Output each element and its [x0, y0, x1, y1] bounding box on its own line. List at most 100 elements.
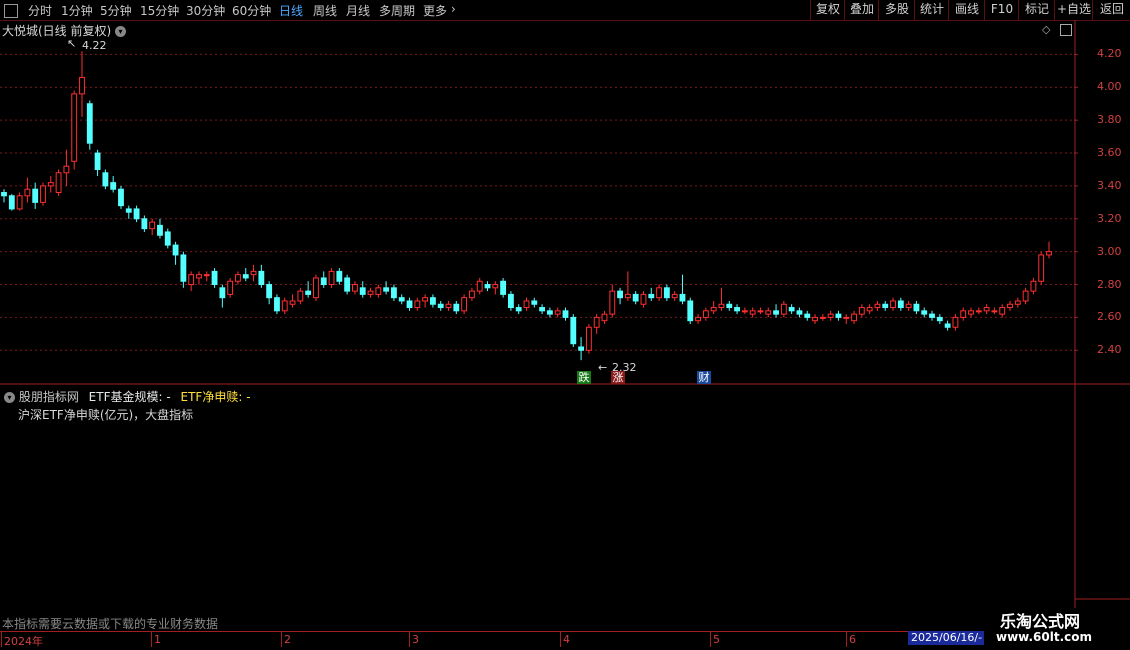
panel-menu-icon[interactable] — [4, 4, 18, 18]
tool-button-7[interactable]: +自选 — [1054, 0, 1093, 20]
candle-body — [235, 274, 241, 282]
candle-body — [780, 303, 787, 315]
candle-body — [890, 300, 896, 309]
candle-body — [359, 287, 366, 295]
date-tick — [710, 632, 711, 647]
candle-body — [406, 300, 413, 309]
tool-button-3[interactable]: 统计 — [914, 0, 949, 20]
candle-body — [663, 287, 670, 299]
candle-body — [63, 165, 70, 174]
candle-body — [281, 300, 288, 312]
candle-body — [125, 208, 132, 213]
tool-button-1[interactable]: 叠加 — [844, 0, 879, 20]
candle-body — [819, 316, 826, 319]
candle-body — [8, 195, 15, 210]
candle-body — [921, 310, 928, 315]
kline-chart[interactable] — [0, 20, 1130, 632]
date-label-2: 2 — [284, 633, 291, 646]
price-tick-6: 3.00 — [1097, 244, 1122, 258]
candle-body — [687, 300, 694, 322]
candle-body — [375, 287, 382, 295]
high-arrow-icon: ↖ — [67, 37, 77, 50]
candle-body — [913, 303, 920, 312]
candle-body — [352, 284, 358, 292]
period-toolbar: 分时 1分钟 5分钟 15分钟 30分钟 60分钟 日线 周线 月线 多周期 更多 › 复权 叠加 多股统… — [0, 0, 1130, 21]
candle-body — [500, 280, 507, 295]
price-tick-9: 2.40 — [1097, 343, 1122, 357]
period-3[interactable]: 15分钟 — [140, 2, 179, 19]
period-10[interactable]: 更多 — [423, 2, 447, 19]
tag-up[interactable]: 涨 — [611, 371, 625, 384]
candle-body — [336, 270, 343, 282]
period-6[interactable]: 日线 — [279, 2, 303, 19]
period-9[interactable]: 多周期 — [379, 2, 415, 19]
diamond-icon[interactable]: ◇ — [1042, 23, 1050, 36]
candle-body — [975, 310, 982, 313]
candle-body — [118, 188, 124, 207]
candle-body — [227, 280, 234, 295]
period-8[interactable]: 月线 — [346, 2, 370, 19]
candle-body — [305, 290, 312, 295]
candle-body — [991, 310, 998, 313]
candle-body — [866, 307, 873, 312]
candle-body — [313, 277, 319, 299]
price-tick-8: 2.60 — [1097, 310, 1122, 324]
candle-body — [578, 346, 585, 351]
price-tick-3: 3.60 — [1097, 146, 1122, 160]
candle-body — [858, 307, 865, 315]
tool-button-5[interactable]: F10 — [984, 0, 1019, 20]
candle-body — [414, 300, 421, 309]
candle-body — [523, 300, 530, 309]
candle-body — [476, 280, 483, 292]
price-tick-7: 2.80 — [1097, 277, 1122, 291]
candle-body — [936, 316, 943, 322]
candle-body — [461, 297, 468, 312]
more-chevron-icon[interactable]: › — [451, 2, 456, 16]
date-label-1: 1 — [154, 633, 161, 646]
indicator-name: 股朋指标网 — [18, 390, 79, 404]
candle-body — [141, 218, 148, 230]
period-1[interactable]: 1分钟 — [61, 2, 93, 19]
candle-body — [219, 287, 226, 299]
candle-body — [1038, 254, 1045, 282]
tag-down[interactable]: 跌 — [577, 371, 591, 384]
candle-body — [929, 313, 935, 318]
period-2[interactable]: 5分钟 — [100, 2, 132, 19]
period-0[interactable]: 分时 — [28, 2, 52, 19]
tool-button-4[interactable]: 画线 — [948, 0, 985, 20]
candle-body — [468, 290, 475, 299]
candle-body — [632, 293, 639, 302]
cloud-data-note: 本指标需要云数据或下载的专业财务数据 — [2, 617, 219, 631]
tool-button-2[interactable]: 多股 — [878, 0, 915, 20]
tool-button-8[interactable]: 返回 — [1092, 0, 1130, 20]
etf-scale-label: ETF基金规模: - — [88, 390, 171, 404]
tool-button-0[interactable]: 复权 — [810, 0, 845, 20]
candle-body — [773, 310, 779, 315]
indicator-menu-icon[interactable]: ▾ — [4, 392, 15, 403]
candle-body — [507, 293, 514, 309]
candle-body — [157, 224, 163, 236]
price-tick-2: 3.80 — [1097, 113, 1122, 127]
candle-body — [1, 191, 7, 197]
candle-body — [289, 300, 296, 305]
candle-body — [1014, 300, 1021, 305]
tool-button-6[interactable]: 标记 — [1018, 0, 1055, 20]
candle-body — [765, 310, 772, 315]
candle-body — [546, 310, 553, 315]
candle-body — [554, 310, 561, 315]
candle-body — [24, 188, 31, 197]
period-5[interactable]: 60分钟 — [232, 2, 271, 19]
panel-toggle-icon[interactable] — [1060, 24, 1072, 36]
price-tick-1: 4.00 — [1097, 80, 1122, 94]
tag-finance[interactable]: 财 — [697, 371, 711, 384]
candle-body — [79, 76, 85, 95]
indicator-title: ▾ 股朋指标网 ETF基金规模: - ETF净申赎: - — [4, 388, 251, 405]
period-7[interactable]: 周线 — [313, 2, 337, 19]
candle-body — [749, 310, 756, 315]
candle-body — [86, 103, 93, 144]
candle-body — [617, 290, 623, 299]
candle-body — [180, 254, 187, 282]
period-4[interactable]: 30分钟 — [186, 2, 225, 19]
candle-body — [695, 316, 701, 322]
watermark-title: 乐淘公式网 — [1000, 612, 1081, 631]
